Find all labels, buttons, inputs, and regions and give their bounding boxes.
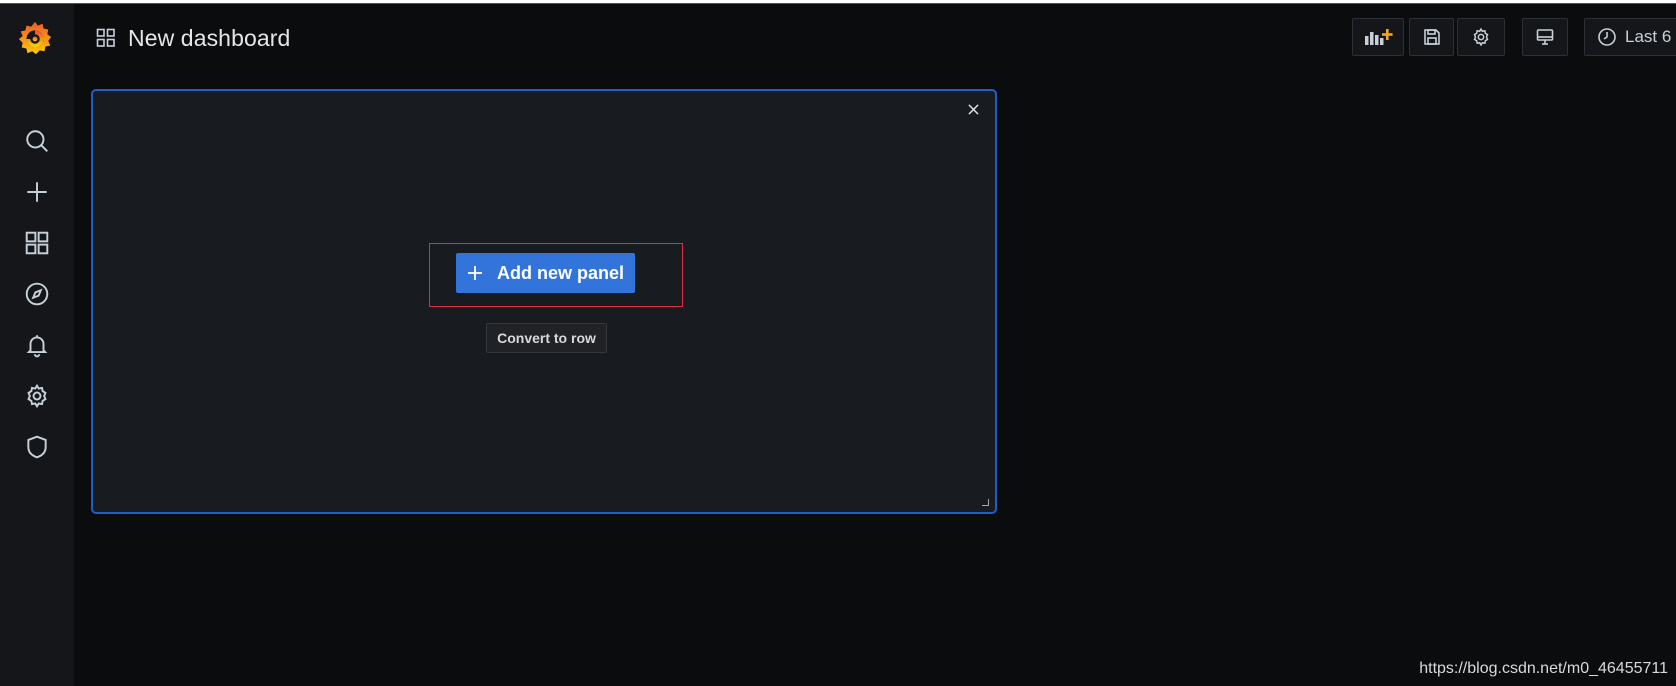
grafana-logo-icon[interactable] xyxy=(16,18,54,58)
gear-icon xyxy=(1473,27,1489,47)
add-new-panel-button[interactable]: Add new panel xyxy=(456,253,635,293)
add-panel-button[interactable] xyxy=(1352,18,1404,56)
plus-icon[interactable] xyxy=(22,177,52,207)
clock-icon xyxy=(1598,28,1616,46)
tv-icon xyxy=(1536,29,1554,45)
dashboards-icon[interactable] xyxy=(22,228,52,258)
save-icon xyxy=(1423,29,1440,45)
convert-to-row-button[interactable]: Convert to row xyxy=(486,323,607,353)
add-new-panel-label: Add new panel xyxy=(496,262,624,283)
time-range-picker[interactable]: Last 6 xyxy=(1584,18,1676,56)
view-mode-button[interactable] xyxy=(1522,18,1568,56)
watermark-text: https://blog.csdn.net/m0_46455711 xyxy=(1419,660,1668,677)
resize-handle[interactable] xyxy=(982,499,989,506)
window-top-border xyxy=(0,0,1676,4)
sidebar xyxy=(0,4,74,686)
alerting-icon[interactable] xyxy=(22,330,52,360)
explore-icon[interactable] xyxy=(22,279,52,309)
add-panel-icon xyxy=(1365,29,1393,45)
shield-icon[interactable] xyxy=(22,432,52,462)
dashboard-settings-button[interactable] xyxy=(1457,18,1505,56)
dashboard-title-bar: New dashboard xyxy=(96,22,290,54)
close-icon[interactable] xyxy=(963,99,983,119)
search-icon[interactable] xyxy=(22,126,52,156)
dashboards-icon xyxy=(96,28,115,47)
gear-icon[interactable] xyxy=(22,381,52,411)
save-dashboard-button[interactable] xyxy=(1409,18,1454,56)
plus-icon xyxy=(467,266,482,280)
time-range-label: Last 6 xyxy=(1625,27,1672,46)
new-panel-placeholder: Add new panel Convert to row xyxy=(91,89,997,514)
page-title[interactable]: New dashboard xyxy=(128,25,290,52)
